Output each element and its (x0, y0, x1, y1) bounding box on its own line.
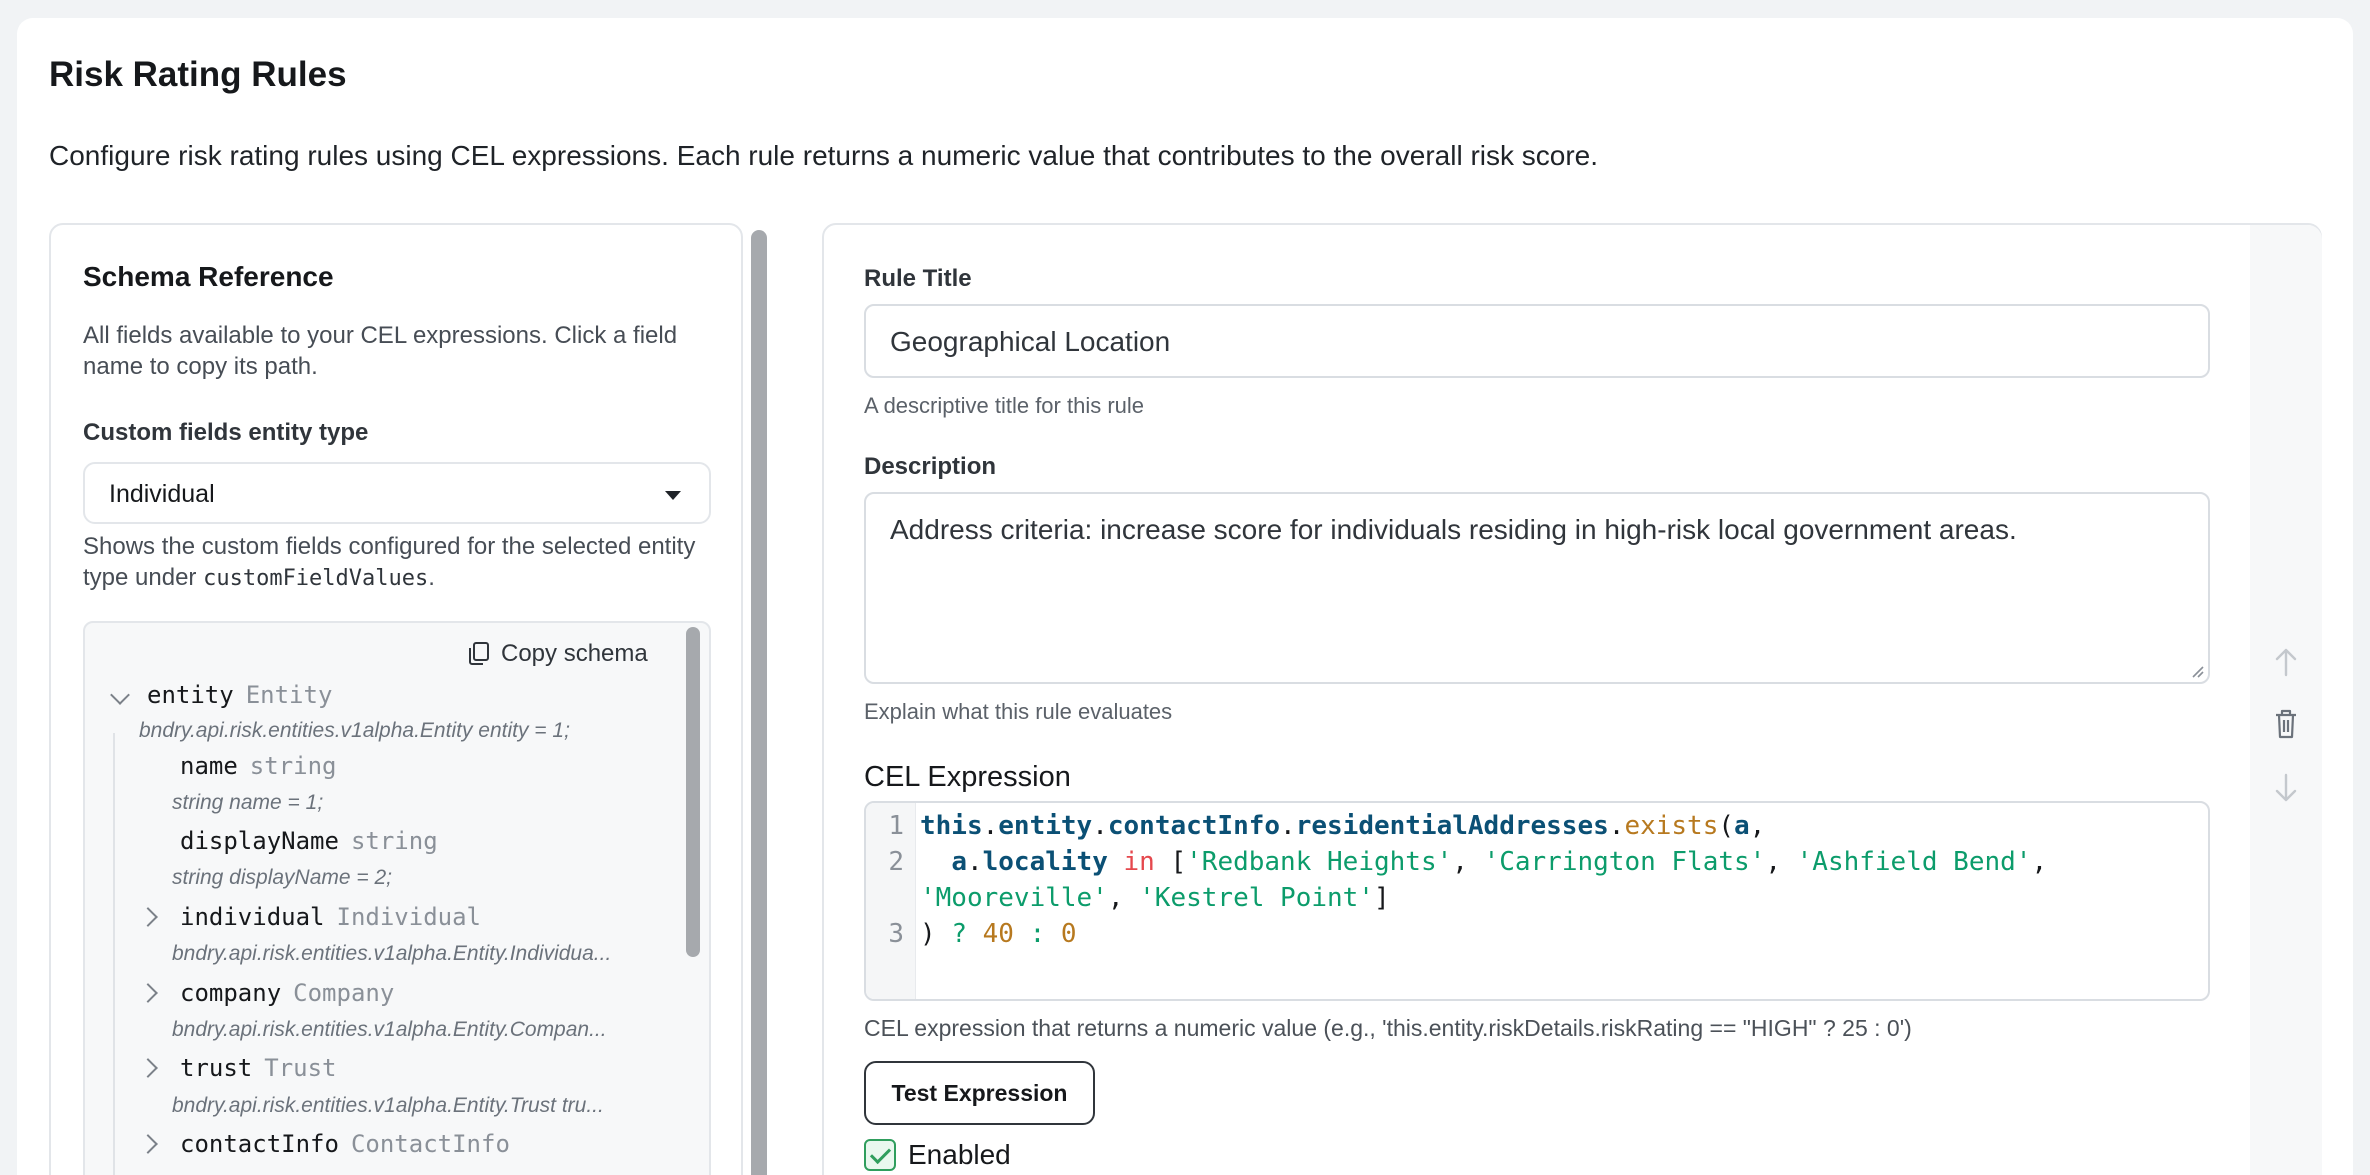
chevron-down-icon[interactable] (110, 685, 130, 705)
enabled-label: Enabled (908, 1139, 1011, 1170)
cel-expression-help: CEL expression that returns a numeric va… (864, 1015, 1912, 1041)
tree-node-type: string (350, 827, 438, 855)
copy-schema-button[interactable]: Copy schema (467, 637, 648, 671)
tree-node-name[interactable]: entity (147, 681, 234, 709)
copy-icon (467, 641, 491, 667)
line-number: 1 (888, 811, 904, 841)
code-token: a (1734, 811, 1750, 841)
tree-node-proto: bndry.api.risk.entities.v1alpha.Entity.T… (172, 1094, 604, 1117)
code-token: 40 (982, 919, 1014, 949)
tree-node-type: Individual (336, 903, 482, 931)
tree-node-proto: string name = 1; (172, 791, 324, 814)
code-token: contactInfo (1107, 811, 1281, 841)
description-help: Explain what this rule evaluates (864, 699, 1173, 724)
tree-node-name[interactable]: contactInfo (180, 1130, 339, 1158)
resize-handle-icon[interactable] (2190, 664, 2204, 678)
tree-node-displayname[interactable]: displayName string (180, 827, 438, 855)
tree-scrollbar[interactable] (686, 627, 700, 957)
code-token: 'Carrington Flats' (1483, 847, 1766, 877)
tree-node-type: Entity (245, 681, 333, 709)
line-number-gutter: 1 2 3 (866, 803, 916, 999)
tree-node-entity[interactable]: entity Entity (147, 681, 332, 709)
chevron-right-icon[interactable] (138, 983, 158, 1003)
chevron-right-icon[interactable] (138, 907, 158, 927)
rule-actions-rail (2250, 225, 2322, 1175)
rule-editor-panel: Rule Title Geographical Location A descr… (822, 223, 2322, 1175)
line-number: 2 (888, 847, 904, 877)
tree-node-name[interactable]: displayName (180, 827, 339, 855)
schema-title: Schema Reference (83, 261, 334, 292)
code-token: 'Ashfield Bend' (1796, 847, 2032, 877)
tree-node-name[interactable]: individual (180, 903, 325, 931)
code-line-2-wrap: 'Mooreville', 'Kestrel Point'] (920, 883, 1390, 913)
enabled-toggle[interactable]: Enabled (864, 1139, 1011, 1171)
tree-node-proto: string displayName = 2; (172, 866, 393, 889)
code-token: ? (951, 919, 967, 949)
entity-type-select[interactable]: Individual (83, 462, 711, 524)
rule-title-help: A descriptive title for this rule (864, 393, 1145, 418)
tree-node-contactinfo[interactable]: contactInfo ContactInfo (180, 1130, 510, 1158)
tree-node-individual[interactable]: individual Individual (180, 903, 481, 931)
line-number: 3 (888, 919, 904, 949)
code-token: a (951, 847, 967, 877)
description-value: Address criteria: increase score for ind… (890, 514, 2017, 545)
code-token: : (1029, 919, 1046, 949)
code-token: 0 (1060, 919, 1077, 949)
code-token: locality (982, 847, 1108, 877)
schema-reference-panel: Schema Reference All fields available to… (49, 223, 743, 1175)
tree-node-type: Trust (264, 1054, 337, 1082)
schema-panel-scrollbar[interactable] (751, 230, 767, 1175)
tree-node-proto: bndry.api.risk.entities.v1alpha.Entity e… (139, 719, 570, 742)
arrow-down-icon[interactable] (2272, 771, 2300, 805)
code-token: residentialAddresses (1295, 811, 1609, 841)
tree-node-proto: bndry.api.risk.entities.v1alpha.Entity.C… (172, 1018, 607, 1041)
description-label: Description (864, 453, 997, 480)
hint-code: customFieldValues (203, 566, 429, 591)
entity-type-value: Individual (109, 480, 215, 508)
tree-node-type: ContactInfo (350, 1130, 510, 1158)
code-line-1: this.entity.contactInfo.residentialAddre… (920, 811, 1766, 841)
code-token: 'Redbank Heights' (1186, 847, 1453, 877)
tree-node-proto: bndry.api.risk.entities.v1alpha.Entity.I… (172, 942, 612, 965)
code-token: exists (1624, 811, 1719, 841)
hint-suffix: . (428, 564, 435, 591)
code-line-2: a.locality in ['Redbank Heights', 'Carri… (951, 847, 2048, 877)
code-token: in (1123, 847, 1155, 877)
rule-title-value: Geographical Location (890, 326, 1171, 357)
cel-expression-label: CEL Expression (864, 761, 1071, 793)
page-description: Configure risk rating rules using CEL ex… (49, 140, 1599, 171)
description-textarea[interactable]: Address criteria: increase score for ind… (864, 492, 2210, 684)
tree-node-company[interactable]: company Company (180, 979, 394, 1007)
code-token: 'Mooreville' (920, 883, 1108, 913)
rule-title-input[interactable]: Geographical Location (864, 304, 2210, 378)
chevron-right-icon[interactable] (138, 1058, 158, 1078)
caret-down-icon (665, 491, 681, 500)
entity-type-label: Custom fields entity type (83, 419, 369, 446)
rule-title-label: Rule Title (864, 265, 972, 292)
copy-schema-label: Copy schema (501, 640, 648, 667)
code-token: this (920, 811, 983, 841)
tree-node-type: Company (293, 979, 395, 1007)
page-title: Risk Rating Rules (49, 55, 347, 94)
tree-node-name[interactable]: trust (180, 1054, 252, 1082)
cel-expression-editor[interactable]: 1 2 3 this.entity.contactInfo.residentia… (864, 801, 2210, 1001)
chevron-right-icon[interactable] (138, 1134, 158, 1154)
tree-node-name[interactable]: name (180, 752, 238, 780)
code-token: entity (998, 811, 1093, 841)
entity-type-hint: Shows the custom fields configured for t… (83, 531, 723, 594)
test-expression-button[interactable]: Test Expression (864, 1061, 1095, 1125)
code-line-3: ) ? 40 : 0 (920, 919, 1077, 949)
arrow-up-icon[interactable] (2272, 645, 2300, 679)
enabled-checkbox[interactable] (864, 1139, 896, 1171)
tree-node-type: string (249, 752, 337, 780)
schema-tree: Copy schema entity Entity bndry.api.risk… (83, 621, 711, 1175)
tree-guide (113, 733, 115, 1175)
trash-icon[interactable] (2272, 707, 2300, 741)
schema-description: All fields available to your CEL express… (83, 322, 678, 380)
code-token: 'Kestrel Point' (1139, 883, 1374, 913)
tree-node-name[interactable]: company (180, 979, 281, 1007)
tree-node-trust[interactable]: trust Trust (180, 1054, 337, 1082)
tree-node-name[interactable]: name string (180, 752, 337, 780)
